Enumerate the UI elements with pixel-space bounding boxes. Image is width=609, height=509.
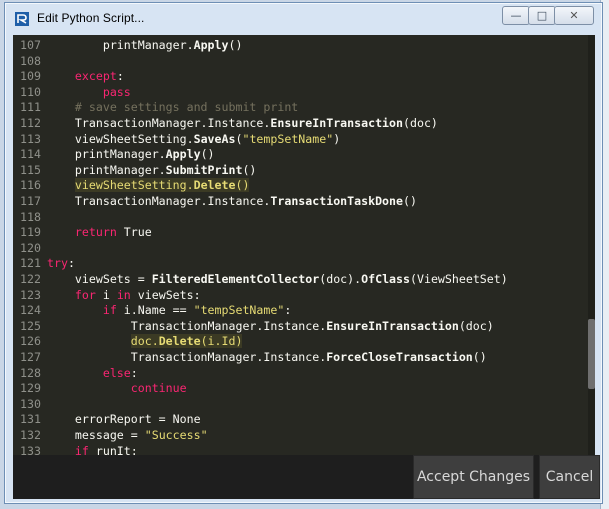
- code-line[interactable]: 120: [13, 240, 583, 256]
- code-text: continue: [130, 381, 187, 396]
- code-line[interactable]: 132 message = "Success": [13, 427, 583, 443]
- scrollbar-thumb[interactable]: [588, 319, 595, 389]
- line-number: 128: [20, 365, 41, 380]
- code-line[interactable]: 108: [13, 53, 583, 69]
- line-number: 115: [20, 162, 41, 177]
- line-number: 112: [20, 116, 41, 130]
- vertical-scrollbar[interactable]: [588, 35, 595, 455]
- code-line[interactable]: 113 viewSheetSetting.SaveAs("tempSetName…: [13, 131, 583, 147]
- code-text: message = "Success": [47, 428, 208, 442]
- code-text: doc.Delete(i.Id): [130, 334, 243, 349]
- line-number: 124: [20, 303, 41, 318]
- code-text: TransactionManager.Instance.ForceCloseTr…: [47, 350, 487, 364]
- maximize-icon: □: [536, 9, 548, 22]
- code-line[interactable]: 130: [13, 396, 583, 412]
- title-bar[interactable]: Edit Python Script... — □ ✕: [5, 3, 602, 35]
- code-line[interactable]: 123 for i in viewSets:: [13, 287, 583, 303]
- line-number: 120: [20, 240, 41, 255]
- close-button[interactable]: ✕: [554, 6, 594, 25]
- minimize-button[interactable]: —: [502, 6, 530, 25]
- code-text: viewSets = FilteredElementCollector(doc)…: [47, 272, 508, 286]
- code-text: errorReport = None: [47, 412, 201, 427]
- line-number: 126: [20, 334, 41, 349]
- code-line[interactable]: 116 viewSheetSetting.Delete(): [13, 177, 583, 193]
- accept-changes-button[interactable]: Accept Changes: [413, 455, 534, 499]
- line-number: 132: [20, 428, 41, 442]
- close-icon: ✕: [569, 9, 579, 22]
- code-line[interactable]: 131 errorReport = None: [13, 411, 583, 427]
- code-text: return True: [74, 225, 152, 240]
- code-line[interactable]: 107 printManager.Apply(): [13, 37, 583, 53]
- code-line[interactable]: 133 if runIt:: [13, 443, 583, 455]
- code-line[interactable]: 117 TransactionManager.Instance.Transact…: [13, 193, 583, 209]
- code-text: TransactionManager.Instance.EnsureInTran…: [47, 116, 438, 130]
- code-line[interactable]: 127 TransactionManager.Instance.ForceClo…: [13, 349, 583, 365]
- line-number: 110: [20, 84, 41, 99]
- line-number: 109: [20, 69, 41, 84]
- code-line[interactable]: 126 doc.Delete(i.Id): [13, 333, 583, 349]
- cancel-button[interactable]: Cancel: [539, 455, 600, 499]
- line-number: 113: [20, 131, 41, 146]
- code-text: printManager.Apply(): [102, 38, 243, 52]
- code-line[interactable]: 115 printManager.SubmitPrint(): [13, 162, 583, 178]
- code-line[interactable]: 110 pass: [13, 84, 583, 100]
- line-number: 114: [20, 147, 41, 162]
- code-line[interactable]: 114 printManager.Apply(): [13, 146, 583, 162]
- line-number: 130: [20, 396, 41, 411]
- minimize-icon: —: [510, 9, 522, 22]
- code-line[interactable]: 128 else:: [13, 365, 583, 381]
- line-number: 121: [20, 256, 41, 271]
- code-text: printManager.SubmitPrint(): [47, 162, 257, 177]
- code-text: printManager.Apply(): [47, 147, 215, 162]
- code-text: viewSheetSetting.SaveAs("tempSetName"): [47, 131, 341, 146]
- edit-python-script-dialog: Edit Python Script... — □ ✕ 107 printMan…: [4, 2, 603, 504]
- code-line[interactable]: 118: [13, 209, 583, 225]
- code-editor[interactable]: 107 printManager.Apply() 108 109 except: 11…: [13, 35, 595, 455]
- code-text: for i in viewSets:: [74, 287, 201, 302]
- line-number: 119: [20, 225, 41, 240]
- code-line[interactable]: 121 try:: [13, 255, 583, 271]
- line-number: 107: [20, 38, 41, 52]
- revit-app-icon: [14, 11, 30, 27]
- code-text: if i.Name == "tempSetName":: [102, 303, 292, 318]
- code-line[interactable]: 122 viewSets = FilteredElementCollector(…: [13, 271, 583, 287]
- code-text: pass: [102, 84, 131, 99]
- code-line[interactable]: 119 return True: [13, 224, 583, 240]
- line-number: 117: [20, 194, 41, 208]
- code-line[interactable]: 129 continue: [13, 380, 583, 396]
- code-line[interactable]: 109 except:: [13, 68, 583, 84]
- line-number: 122: [20, 272, 41, 286]
- line-number: 125: [20, 318, 41, 333]
- code-line[interactable]: 112 TransactionManager.Instance.EnsureIn…: [13, 115, 583, 131]
- line-number: 131: [20, 412, 41, 427]
- line-number: 133: [20, 443, 41, 455]
- code-text: TransactionManager.Instance.EnsureInTran…: [47, 318, 494, 333]
- maximize-button[interactable]: □: [528, 6, 556, 25]
- code-text: if runIt:: [74, 443, 138, 455]
- line-number: 118: [20, 209, 41, 224]
- line-number: 129: [20, 381, 41, 396]
- code-text: viewSheetSetting.Delete(): [74, 178, 250, 193]
- code-line[interactable]: 111 # save settings and submit print: [13, 99, 583, 115]
- line-number: 108: [20, 53, 41, 68]
- code-line[interactable]: 125 TransactionManager.Instance.EnsureIn…: [13, 318, 583, 334]
- code-text: try:: [47, 256, 75, 271]
- code-line[interactable]: 124 if i.Name == "tempSetName":: [13, 302, 583, 318]
- line-number: 123: [20, 287, 41, 302]
- line-number: 127: [20, 350, 41, 364]
- line-number: 111: [20, 100, 41, 115]
- line-number: 116: [20, 178, 41, 193]
- code-text: # save settings and submit print: [74, 100, 299, 115]
- code-text: else:: [102, 365, 138, 380]
- window-title: Edit Python Script...: [37, 11, 145, 25]
- code-text: TransactionManager.Instance.TransactionT…: [47, 194, 417, 208]
- code-text: except:: [74, 69, 124, 84]
- dialog-footer: Accept Changes Cancel: [13, 455, 600, 499]
